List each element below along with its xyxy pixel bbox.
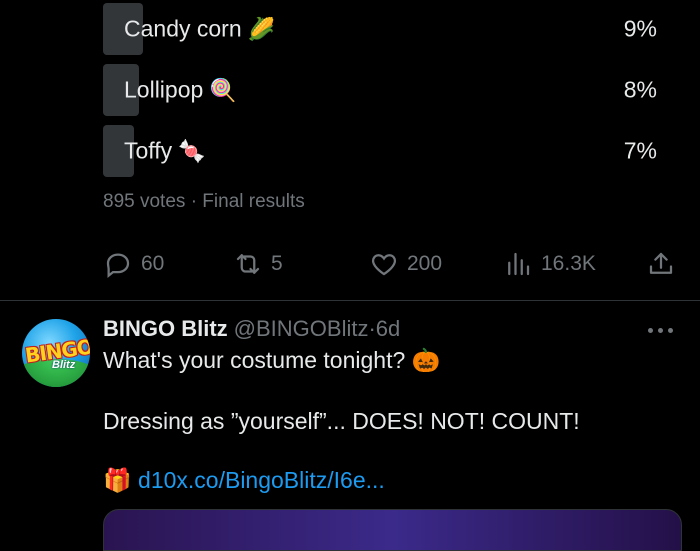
corn-emoji: 🌽 — [247, 16, 276, 42]
poll-option-toffy: Toffy 🍬 7% — [103, 125, 663, 177]
tweet-age: 6d — [375, 316, 401, 341]
analytics-icon — [508, 252, 530, 276]
poll-option-candy-corn: Candy corn 🌽 9% — [103, 3, 663, 55]
poll-option-percent: 7% — [623, 137, 657, 164]
poll-option-label: Toffy 🍬 — [124, 137, 206, 164]
lollipop-emoji: 🍭 — [209, 77, 237, 103]
poll-option-label: Candy corn 🌽 — [124, 15, 276, 42]
reply-count: 60 — [141, 252, 165, 275]
repost-icon — [236, 254, 260, 274]
pumpkin-emoji: 🎃 — [411, 347, 441, 373]
display-name[interactable]: BINGO Blitz — [103, 316, 228, 341]
tweet-text-line-1: What's your costume tonight? 🎃 — [103, 347, 441, 373]
tweet-actions: 60 5 200 16.3K — [103, 246, 678, 282]
tweet-divider — [0, 300, 700, 301]
user-handle[interactable]: @BINGOBlitz·6d — [234, 316, 401, 341]
gift-emoji: 🎁 — [103, 467, 132, 493]
poll-status: Final results — [202, 191, 305, 212]
like-count: 200 — [407, 252, 443, 275]
vote-count: 895 votes — [103, 191, 186, 212]
tweet-link-line: 🎁 d10x.co/BingoBlitz/I6e... — [103, 467, 385, 494]
poll-option-label: Lollipop 🍭 — [124, 76, 237, 103]
views-button[interactable]: 16.3K — [503, 246, 596, 282]
reply-button[interactable]: 60 — [103, 246, 164, 282]
tweet-header: BINGO Blitz @BINGOBlitz·6d — [103, 316, 400, 342]
like-button[interactable]: 200 — [369, 246, 442, 282]
avatar[interactable]: BINGO Blitz — [22, 319, 90, 387]
media-preview[interactable] — [103, 509, 682, 551]
poll-option-percent: 8% — [623, 76, 657, 103]
more-options-icon[interactable] — [648, 322, 678, 338]
poll-meta: 895 votes · Final results — [103, 191, 305, 212]
poll-option-lollipop: Lollipop 🍭 8% — [103, 64, 663, 116]
share-icon — [649, 252, 673, 274]
reply-icon — [106, 253, 130, 278]
heart-icon — [371, 254, 397, 276]
candy-emoji: 🍬 — [178, 138, 206, 164]
share-button[interactable] — [646, 246, 676, 282]
repost-count: 5 — [271, 252, 283, 275]
repost-button[interactable]: 5 — [233, 246, 283, 282]
avatar-logo-sub: Blitz — [52, 359, 76, 371]
tweet-text-line-2: Dressing as ”yourself”... DOES! NOT! COU… — [103, 408, 580, 434]
poll-option-percent: 9% — [623, 15, 657, 42]
view-count: 16.3K — [541, 252, 596, 275]
tweet-link[interactable]: d10x.co/BingoBlitz/I6e... — [138, 467, 385, 493]
